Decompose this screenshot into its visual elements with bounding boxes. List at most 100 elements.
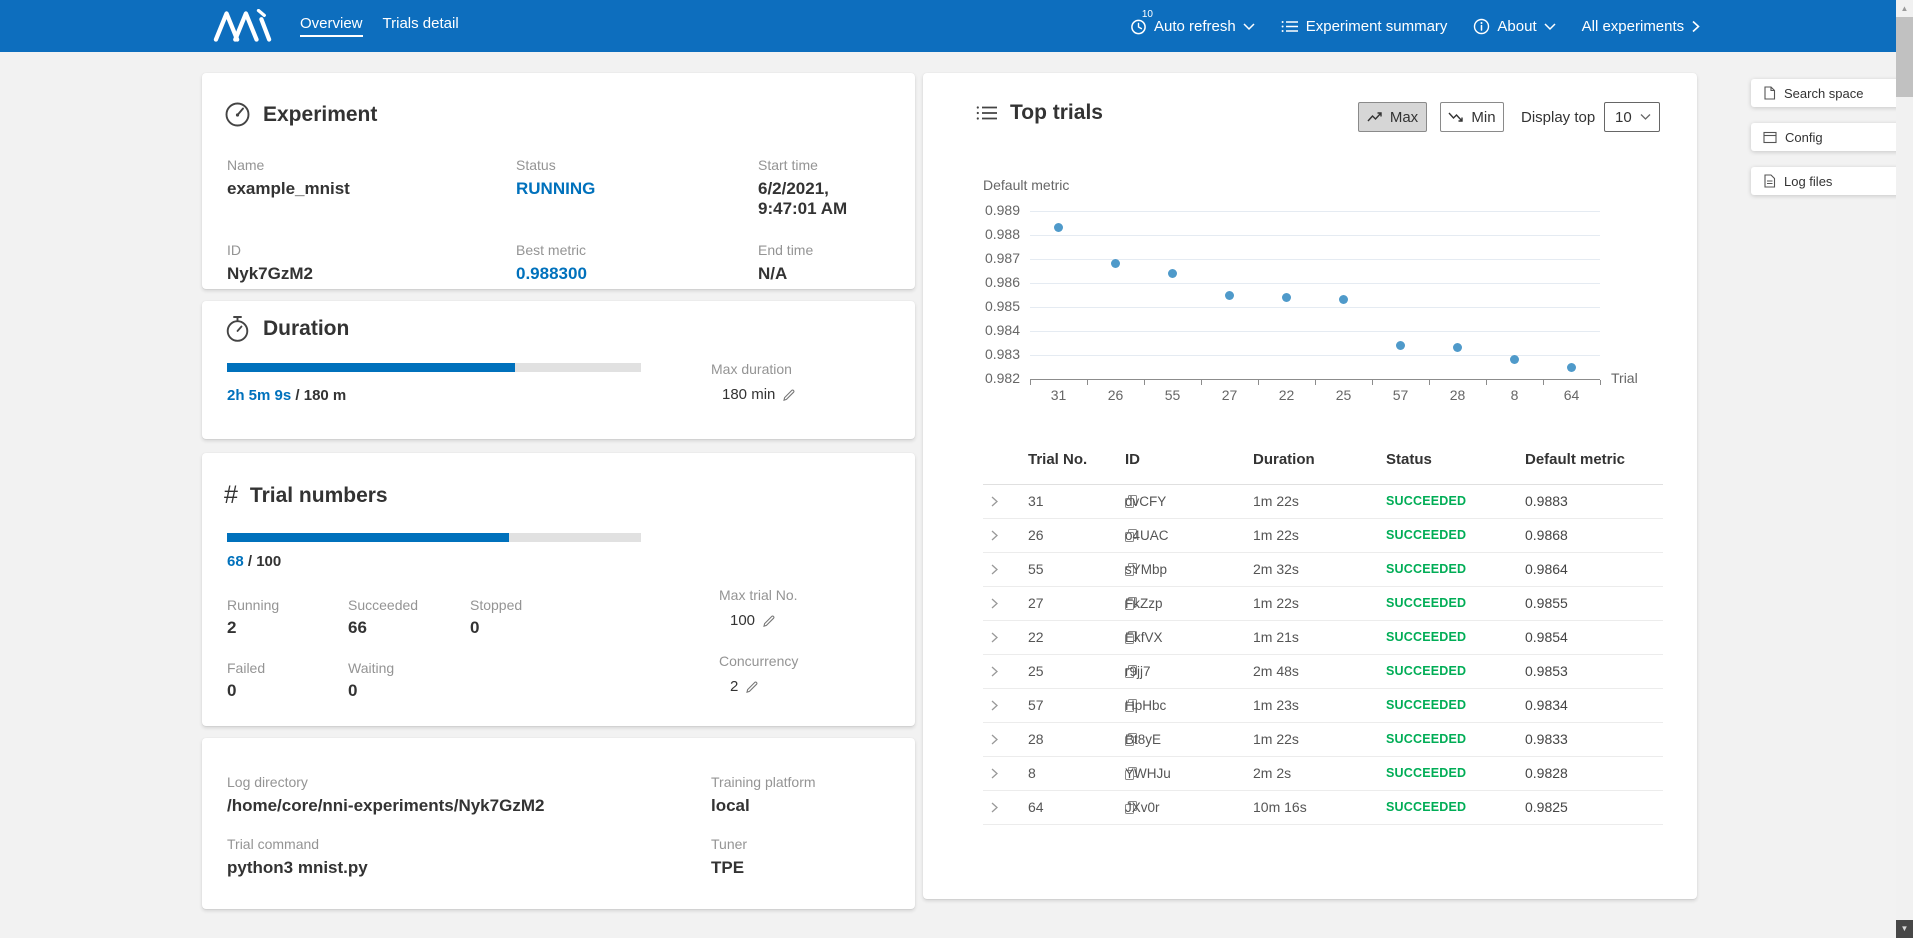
experiment-card: Experiment Nameexample_mnist StatusRUNNI… — [202, 73, 915, 289]
chevron-down-icon — [1544, 22, 1556, 31]
field-end-time: End timeN/A — [758, 242, 887, 284]
trials-table-body: 31dvCFY1m 22sSUCCEEDED0.988326o4UAC1m 22… — [983, 484, 1663, 825]
duration-cell: 1m 22s — [1253, 519, 1299, 552]
x-axis-tick-label: 55 — [1144, 387, 1201, 403]
scatter-point — [1282, 293, 1291, 302]
table-row: 8YWHJu2m 2sSUCCEEDED0.9828 — [983, 757, 1663, 791]
auto-refresh-label: Auto refresh — [1154, 18, 1236, 35]
gridline — [1030, 283, 1600, 284]
duration-card: Duration 2h 5m 9s / 180 m Max duration 1… — [202, 301, 915, 439]
tab-trials-detail[interactable]: Trials detail — [383, 15, 459, 37]
table-row: 27FkZzp1m 22sSUCCEEDED0.9855 — [983, 587, 1663, 621]
scatter-point — [1054, 223, 1063, 232]
experiment-summary-button[interactable]: Experiment summary — [1281, 18, 1448, 35]
field-log-directory: Log directory/home/core/nni-experiments/… — [227, 774, 711, 816]
x-axis-tick-label: 31 — [1030, 387, 1087, 403]
expand-row-chevron-icon[interactable] — [988, 791, 1001, 836]
auto-refresh-button[interactable]: 10 Auto refresh — [1130, 18, 1255, 35]
trial-id-text: sYMbp — [1125, 553, 1167, 586]
metric-cell: 0.9853 — [1525, 655, 1568, 688]
vertical-scrollbar[interactable]: ▲ ▼ — [1896, 0, 1913, 938]
y-axis-tick-label: 0.989 — [953, 202, 1020, 218]
x-axis-tick-label: 64 — [1543, 387, 1600, 403]
config-button[interactable]: Config — [1751, 123, 1909, 151]
chart-x-axis-label: Trial — [1611, 370, 1638, 386]
stat-failed: Failed0 — [227, 660, 348, 701]
hash-icon: # — [224, 481, 238, 510]
x-axis-tick-label: 57 — [1372, 387, 1429, 403]
x-axis-tick-label: 8 — [1486, 387, 1543, 403]
max-duration-value: 180 min — [722, 386, 775, 403]
field-tuner: TunerTPE — [711, 836, 887, 878]
search-space-button[interactable]: Search space — [1751, 79, 1909, 107]
auto-refresh-clock-icon: 10 — [1130, 18, 1147, 35]
edit-pencil-icon[interactable] — [745, 680, 759, 694]
metric-cell: 0.9883 — [1525, 485, 1568, 518]
stat-waiting: Waiting0 — [348, 660, 470, 701]
trial-no-cell: 8 — [1028, 757, 1036, 790]
chevron-right-icon — [1691, 20, 1700, 33]
trial-numbers-card: # Trial numbers 68 / 100 Running2 Succee… — [202, 453, 915, 726]
nav-right-group: 10 Auto refresh Experiment summary About… — [1130, 0, 1700, 52]
stat-running: Running2 — [227, 597, 348, 638]
scatter-point — [1339, 295, 1348, 304]
trial-id-cell: Bt8yE — [1125, 723, 1137, 756]
scroll-up-arrow-icon[interactable]: ▲ — [1896, 0, 1913, 17]
config-window-icon — [1763, 131, 1777, 144]
scatter-point — [1396, 341, 1405, 350]
max-duration-label: Max duration — [711, 361, 796, 377]
x-axis-tick-mark — [1486, 380, 1487, 385]
trial-no-cell: 27 — [1028, 587, 1044, 620]
y-axis-tick-label: 0.982 — [953, 370, 1020, 386]
info-icon — [1473, 18, 1490, 35]
status-cell: SUCCEEDED — [1386, 655, 1466, 688]
gridline — [1030, 235, 1600, 236]
about-label: About — [1497, 18, 1536, 35]
metric-cell: 0.9855 — [1525, 587, 1568, 620]
x-axis-tick-mark — [1315, 380, 1316, 385]
y-axis-tick-label: 0.988 — [953, 226, 1020, 242]
status-cell: SUCCEEDED — [1386, 587, 1466, 620]
status-cell: SUCCEEDED — [1386, 791, 1466, 824]
trial-numbers-card-title: # Trial numbers — [224, 481, 388, 510]
trial-id-text: YWHJu — [1125, 757, 1171, 790]
edit-pencil-icon[interactable] — [782, 388, 796, 402]
log-files-button[interactable]: Log files — [1751, 167, 1909, 195]
log-file-icon — [1763, 174, 1776, 188]
field-start-time: Start time6/2/2021, 9:47:01 AM — [758, 157, 887, 219]
all-experiments-link[interactable]: All experiments — [1582, 18, 1701, 35]
trial-numbers-title-text: Trial numbers — [250, 484, 388, 508]
duration-cell: 2m 48s — [1253, 655, 1299, 688]
experiment-card-title: Experiment — [224, 101, 377, 128]
gauge-icon — [224, 101, 251, 128]
gridline — [1030, 331, 1600, 332]
scrollbar-thumb[interactable] — [1896, 17, 1913, 97]
trials-table-header: Trial No. ID Duration Status Default met… — [923, 451, 1697, 484]
tab-overview[interactable]: Overview — [300, 15, 363, 37]
experiment-fields: Nameexample_mnist StatusRUNNING Start ti… — [227, 157, 887, 284]
metric-cell: 0.9828 — [1525, 757, 1568, 790]
trial-stats: Running2 Succeeded66 Stopped0 Failed0 Wa… — [227, 597, 667, 701]
x-axis-tick-mark — [1201, 380, 1202, 385]
trial-id-cell: r9jj7 — [1125, 655, 1137, 688]
trial-id-cell: EkfVX — [1125, 621, 1137, 654]
x-axis-tick-label: 27 — [1201, 387, 1258, 403]
experiment-info-card: Log directory/home/core/nni-experiments/… — [202, 738, 915, 909]
trial-no-cell: 26 — [1028, 519, 1044, 552]
duration-cell: 1m 23s — [1253, 689, 1299, 722]
search-space-label: Search space — [1784, 86, 1864, 101]
header-status: Status — [1386, 451, 1432, 468]
table-row: 22EkfVX1m 21sSUCCEEDED0.9854 — [983, 621, 1663, 655]
max-duration-block: Max duration 180 min — [711, 361, 796, 403]
about-button[interactable]: About — [1473, 18, 1555, 35]
trial-id-cell: sYMbp — [1125, 553, 1137, 586]
header-default-metric: Default metric — [1525, 451, 1625, 468]
scroll-down-arrow-icon[interactable]: ▼ — [1896, 920, 1913, 938]
scatter-point — [1567, 363, 1576, 372]
duration-cell: 1m 22s — [1253, 723, 1299, 756]
x-axis-tick-mark — [1258, 380, 1259, 385]
stat-stopped: Stopped0 — [470, 597, 667, 638]
x-axis-tick-mark — [1372, 380, 1373, 385]
trial-no-cell: 57 — [1028, 689, 1044, 722]
edit-pencil-icon[interactable] — [762, 614, 776, 628]
